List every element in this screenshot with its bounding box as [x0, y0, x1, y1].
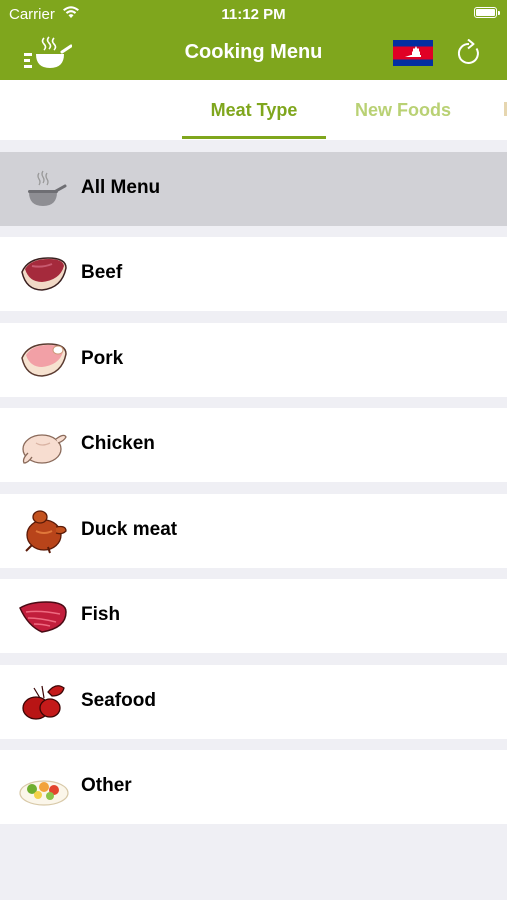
menu-item-label: Fish: [81, 604, 121, 625]
menu-item-label: Other: [81, 775, 132, 796]
menu-item-seafood[interactable]: Seafood: [0, 665, 507, 739]
clock: 11:12 PM: [221, 6, 286, 23]
menu-item-other[interactable]: Other: [0, 750, 507, 824]
menu-item-label: Chicken: [81, 433, 155, 454]
lobster-icon: [22, 685, 65, 720]
menu-item-all-menu[interactable]: All Menu: [0, 152, 507, 226]
menu-item-fish[interactable]: Fish: [0, 579, 507, 653]
nav-bar: Cooking Menu: [0, 28, 507, 80]
menu-item-chicken[interactable]: Chicken: [0, 408, 507, 482]
active-tab-indicator: [182, 136, 326, 139]
cambodia-flag-icon[interactable]: [393, 40, 433, 66]
menu-item-label: Duck meat: [81, 519, 178, 540]
fish-icon: [19, 601, 67, 633]
cooking-pot-icon: [28, 170, 67, 206]
menu-item-label: Beef: [81, 262, 123, 283]
category-tabs: Meat Type New Foods: [0, 80, 507, 140]
menu-item-beef[interactable]: Beef: [0, 237, 507, 311]
beef-icon: [21, 257, 67, 291]
status-bar: Carrier 11:12 PM: [0, 0, 507, 28]
refresh-icon[interactable]: [456, 39, 482, 67]
duck-icon: [25, 510, 67, 554]
menu-item-label: Seafood: [81, 690, 156, 711]
menu-item-duck-meat[interactable]: Duck meat: [0, 494, 507, 568]
menu-item-label: Pork: [81, 348, 124, 369]
salad-icon: [19, 780, 69, 806]
battery-icon: [474, 7, 500, 18]
chicken-icon: [22, 434, 67, 464]
tab-new-foods[interactable]: New Foods: [338, 100, 468, 121]
tab-meat-type[interactable]: Meat Type: [182, 100, 326, 121]
menu-item-label: All Menu: [81, 177, 161, 198]
menu-item-pork[interactable]: Pork: [0, 323, 507, 397]
pork-icon: [21, 343, 67, 377]
